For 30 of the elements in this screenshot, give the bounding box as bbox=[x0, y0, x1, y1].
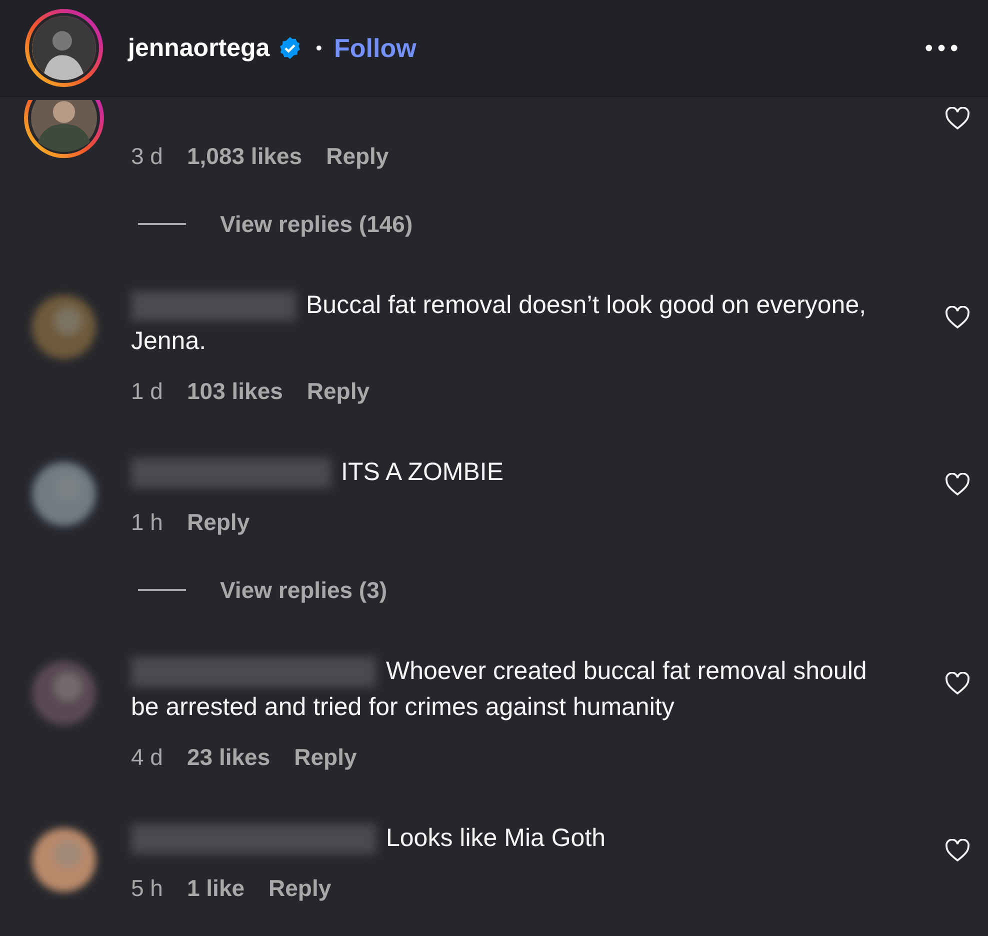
reply-button[interactable]: Reply bbox=[306, 373, 370, 409]
reply-button[interactable]: Reply bbox=[268, 870, 332, 906]
username[interactable]: jennaortega bbox=[128, 34, 270, 62]
comment-meta: 1 d bbox=[131, 377, 163, 406]
comment-meta: 5 h bbox=[131, 874, 163, 903]
comment-meta: 3 d bbox=[131, 142, 163, 171]
heart-icon[interactable] bbox=[945, 839, 970, 862]
comment-meta: 1,083 likes bbox=[186, 142, 302, 171]
reply-button[interactable]: Reply bbox=[326, 138, 389, 174]
reply-button[interactable]: Reply bbox=[294, 739, 357, 775]
heart-icon[interactable] bbox=[945, 107, 970, 130]
comment-text: ITS A ZOMBIE bbox=[131, 454, 896, 490]
view-replies-button[interactable]: View replies (146) bbox=[220, 206, 413, 242]
comment-text: Whoever created buccal fat removal should be arrested and tried for crimes against humanity bbox=[131, 656, 868, 723]
view-replies-button[interactable]: View replies (3) bbox=[220, 572, 388, 608]
heart-icon[interactable] bbox=[945, 306, 970, 329]
comment-meta: 23 likes bbox=[186, 743, 270, 772]
comment-meta: 4 d bbox=[131, 743, 163, 772]
follow-button[interactable]: Follow bbox=[334, 32, 416, 64]
comment-text: Looks like Mia Goth bbox=[131, 820, 896, 856]
comment-meta: 1 h bbox=[131, 508, 163, 537]
reply-button[interactable]: Reply bbox=[186, 504, 250, 540]
comment-meta: 1 like bbox=[186, 874, 245, 903]
heart-icon[interactable] bbox=[945, 473, 970, 496]
heart-icon[interactable] bbox=[945, 672, 970, 695]
separator-dot: • bbox=[316, 38, 322, 58]
more-options-icon[interactable] bbox=[925, 44, 958, 52]
comment-text: Buccal fat removal doesn’t look good on everyone, Jenna. bbox=[131, 290, 868, 357]
comment-meta: 103 likes bbox=[186, 377, 283, 406]
commenter-avatar[interactable] bbox=[24, 100, 104, 158]
